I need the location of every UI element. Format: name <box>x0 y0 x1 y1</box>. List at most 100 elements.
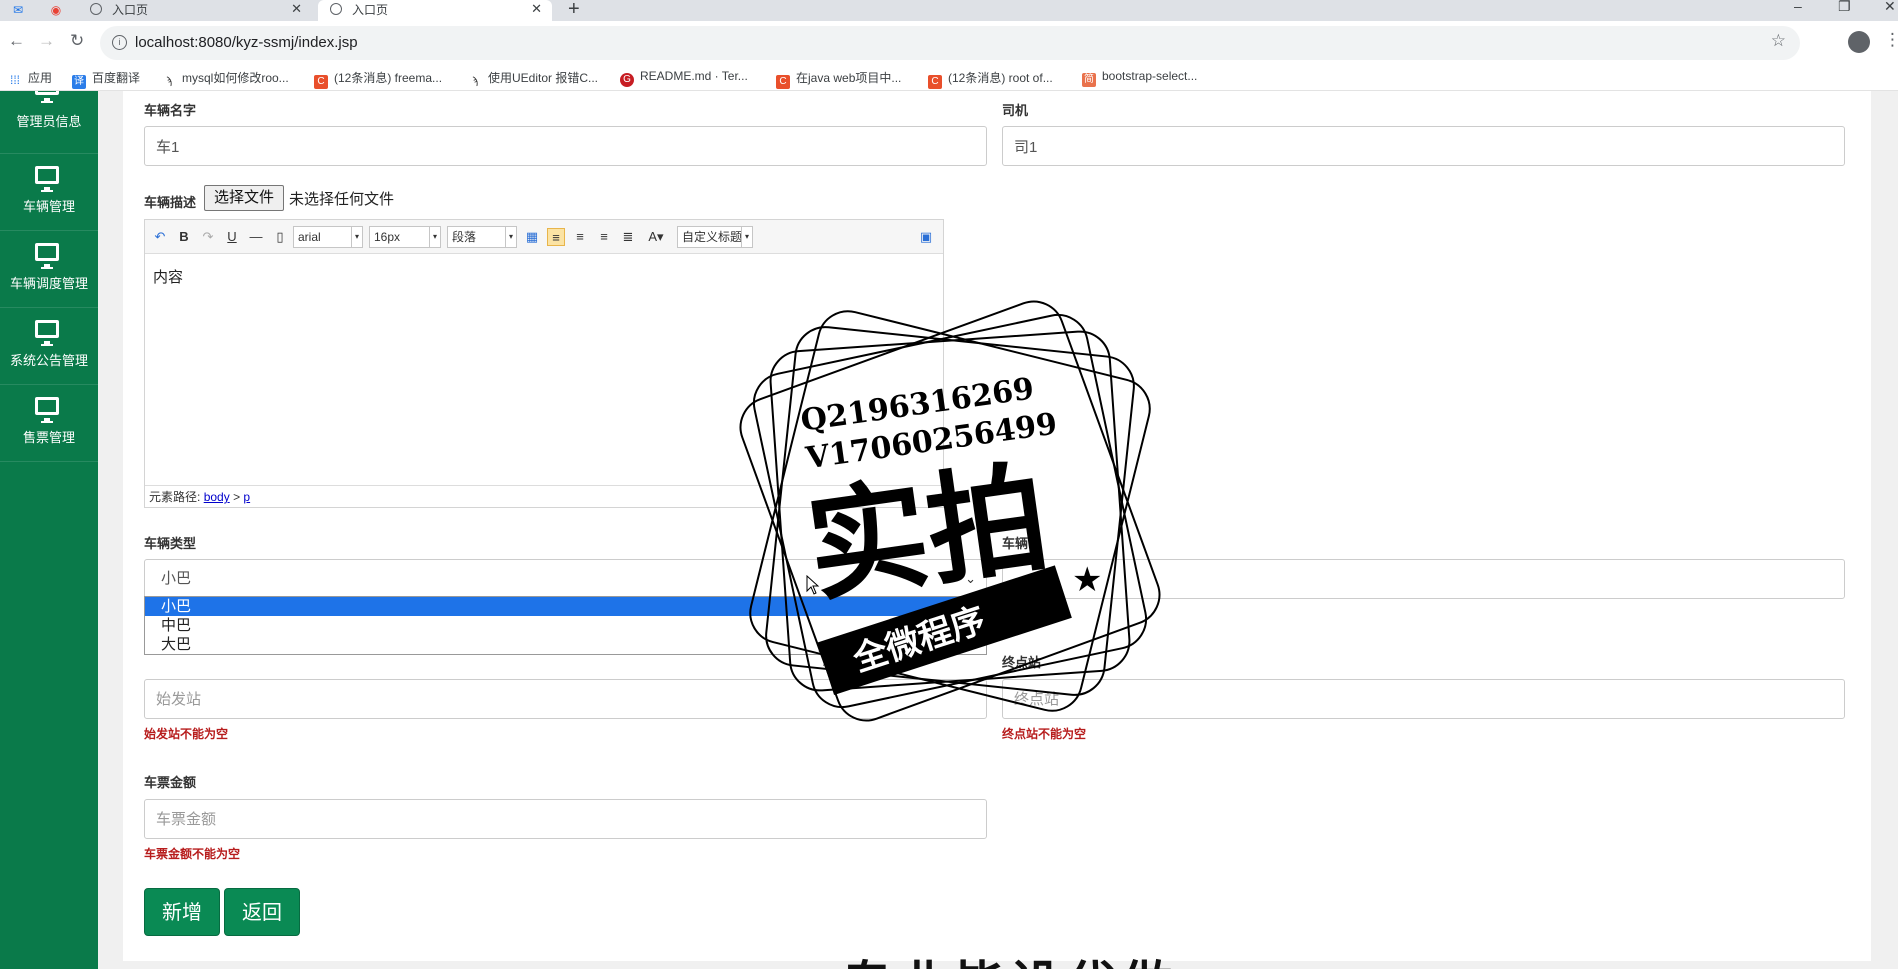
dropdown-arrow-icon: ▾ <box>351 227 362 247</box>
bookmark-item[interactable]: ϡ 使用UEditor 报错C... <box>468 69 598 89</box>
tab-inactive[interactable]: 入口页 ✕ <box>78 0 312 21</box>
reload-icon[interactable]: ↻ <box>70 31 84 51</box>
baidu-translate-icon: 译 <box>72 75 86 89</box>
align-left-icon[interactable]: ≡ <box>547 228 565 246</box>
window-close-button[interactable]: ✕ <box>1884 0 1896 15</box>
custom-title-select[interactable]: 自定义标题 ▾ <box>677 226 753 248</box>
bookmark-label: (12条消息) root of... <box>948 71 1053 85</box>
driver-input[interactable] <box>1002 126 1845 166</box>
font-family-select[interactable]: arial ▾ <box>293 226 363 248</box>
dropdown-arrow-icon: ▾ <box>741 227 752 247</box>
chrome-icon[interactable]: ◉ <box>48 2 64 18</box>
paragraph-value: 段落 <box>452 230 477 244</box>
add-button[interactable]: 新增 <box>144 888 220 936</box>
dropdown-arrow-icon: ▾ <box>429 227 440 247</box>
paragraph-select[interactable]: 段落 ▾ <box>447 226 517 248</box>
sidebar-item-announcement[interactable]: 系统公告管理 <box>0 308 98 385</box>
sidebar-item-label: 车辆管理 <box>22 199 75 214</box>
vehicle-name-input[interactable] <box>144 126 987 166</box>
bookmark-label: mysql如何修改roo... <box>182 71 289 85</box>
sidebar-item-dispatch[interactable]: 车辆调度管理 <box>0 231 98 308</box>
bookmark-star-icon[interactable]: ☆ <box>1771 31 1786 51</box>
undo-icon[interactable]: ↶ <box>151 228 169 246</box>
new-tab-button[interactable]: + <box>568 0 580 21</box>
align-justify-icon[interactable]: ≣ <box>619 228 637 246</box>
tab-active[interactable]: 入口页 ✕ <box>318 0 552 21</box>
element-path-label: 元素路径: <box>149 490 201 504</box>
choose-file-button[interactable]: 选择文件 <box>204 185 284 211</box>
back-arrow-icon[interactable]: ← <box>8 31 25 51</box>
horizontal-rule-icon[interactable]: — <box>247 228 265 246</box>
tab-label: 入口页 <box>352 3 389 17</box>
sidebar-item-label: 车辆调度管理 <box>9 276 88 291</box>
url-text[interactable]: localhost:8080/kyz-ssmj/index.jsp <box>135 34 358 51</box>
csdn-icon: C <box>314 75 328 89</box>
price-input[interactable] <box>144 799 987 839</box>
vehicle-type-selected: 小巴 <box>161 570 192 587</box>
fullscreen-icon[interactable]: ▣ <box>917 228 935 246</box>
bookmark-item[interactable]: 译百度翻译 <box>72 69 140 89</box>
bookmark-label: (12条消息) freema... <box>334 71 443 85</box>
bookmark-item[interactable]: C (12条消息) freema... <box>314 69 442 89</box>
align-center-icon[interactable]: ≡ <box>595 228 613 246</box>
browser-toolbar: ← → ↻ i localhost:8080/kyz-ssmj/index.js… <box>0 21 1898 66</box>
back-button[interactable]: 返回 <box>224 888 300 936</box>
align-right-icon[interactable]: ≡ <box>571 228 589 246</box>
vehicle-type-label: 车辆类型 <box>144 536 197 551</box>
zhihu-icon: ϡ <box>472 76 478 87</box>
minimize-button[interactable]: – <box>1794 0 1802 14</box>
mouse-cursor-icon <box>806 575 820 595</box>
address-bar[interactable]: i localhost:8080/kyz-ssmj/index.jsp ☆ <box>100 26 1800 60</box>
sidebar-item-vehicle[interactable]: 车辆管理 <box>0 154 98 231</box>
dropdown-arrow-icon: ▾ <box>505 227 516 247</box>
file-status-text: 未选择任何文件 <box>289 191 395 208</box>
mail-icon[interactable]: ✉ <box>10 2 26 18</box>
path-p-link[interactable]: p <box>243 490 250 504</box>
restore-button[interactable]: ❐ <box>1838 0 1851 15</box>
sidebar-item-label: 售票管理 <box>22 430 75 445</box>
font-family-value: arial <box>298 230 321 244</box>
info-icon[interactable]: i <box>112 35 127 50</box>
monitor-icon <box>35 243 59 269</box>
redo-icon[interactable]: ↷ <box>199 228 217 246</box>
bookmark-item[interactable]: ϡ mysql如何修改roo... <box>162 69 289 89</box>
editor-content[interactable]: 内容 <box>153 266 183 287</box>
tab-label: 入口页 <box>112 3 149 17</box>
bookmark-item[interactable]: 简 bootstrap-select... <box>1082 69 1197 87</box>
gitee-icon: G <box>620 73 634 87</box>
bottom-banner-text: 专业毕设代做 <box>842 945 1178 969</box>
bookmark-apps[interactable]: ⁞⁞⁞ 应用 <box>8 69 52 87</box>
price-label: 车票金额 <box>144 775 197 790</box>
bookmark-item[interactable]: G README.md · Ter... <box>620 69 748 87</box>
bookmark-label: bootstrap-select... <box>1102 69 1198 83</box>
bookmark-item[interactable]: C (12条消息) root of... <box>928 69 1053 89</box>
close-icon[interactable]: ✕ <box>291 0 302 18</box>
sidebar-item-ticket[interactable]: 售票管理 <box>0 385 98 462</box>
table-icon[interactable]: ▦ <box>523 228 541 246</box>
menu-kebab-icon[interactable]: ⋮ <box>1884 30 1898 50</box>
jianshu-icon: 简 <box>1082 73 1096 87</box>
apps-grid-icon: ⁞⁞⁞ <box>9 73 20 87</box>
page-icon[interactable]: ▯ <box>271 228 289 246</box>
csdn-icon: C <box>776 75 790 89</box>
font-color-icon[interactable]: A▾ <box>643 228 669 246</box>
start-station-error: 始发站不能为空 <box>144 727 229 741</box>
bookmark-item[interactable]: C 在java web项目中... <box>776 69 901 89</box>
bold-icon[interactable]: B <box>175 228 193 246</box>
path-separator: > <box>233 490 241 504</box>
path-body-link[interactable]: body <box>204 490 230 504</box>
bookmark-label: 在java web项目中... <box>796 71 902 85</box>
globe-icon <box>90 3 102 15</box>
monitor-icon <box>35 320 59 346</box>
browser-tab-strip: ✉ ◉ 入口页 ✕ 入口页 ✕ + – ❐ ✕ <box>0 0 1898 21</box>
monitor-icon <box>35 91 59 103</box>
font-size-select[interactable]: 16px ▾ <box>369 226 441 248</box>
sidebar-item-admin-info[interactable]: 管理员信息 <box>0 91 98 154</box>
close-icon[interactable]: ✕ <box>531 0 542 18</box>
forward-arrow-icon[interactable]: → <box>38 31 55 51</box>
vehicle-name-label: 车辆名字 <box>144 103 197 118</box>
bookmark-label: 使用UEditor 报错C... <box>488 71 599 85</box>
star-icon: ★ <box>1072 561 1102 599</box>
profile-avatar[interactable] <box>1848 31 1870 53</box>
underline-icon[interactable]: U <box>223 228 241 246</box>
